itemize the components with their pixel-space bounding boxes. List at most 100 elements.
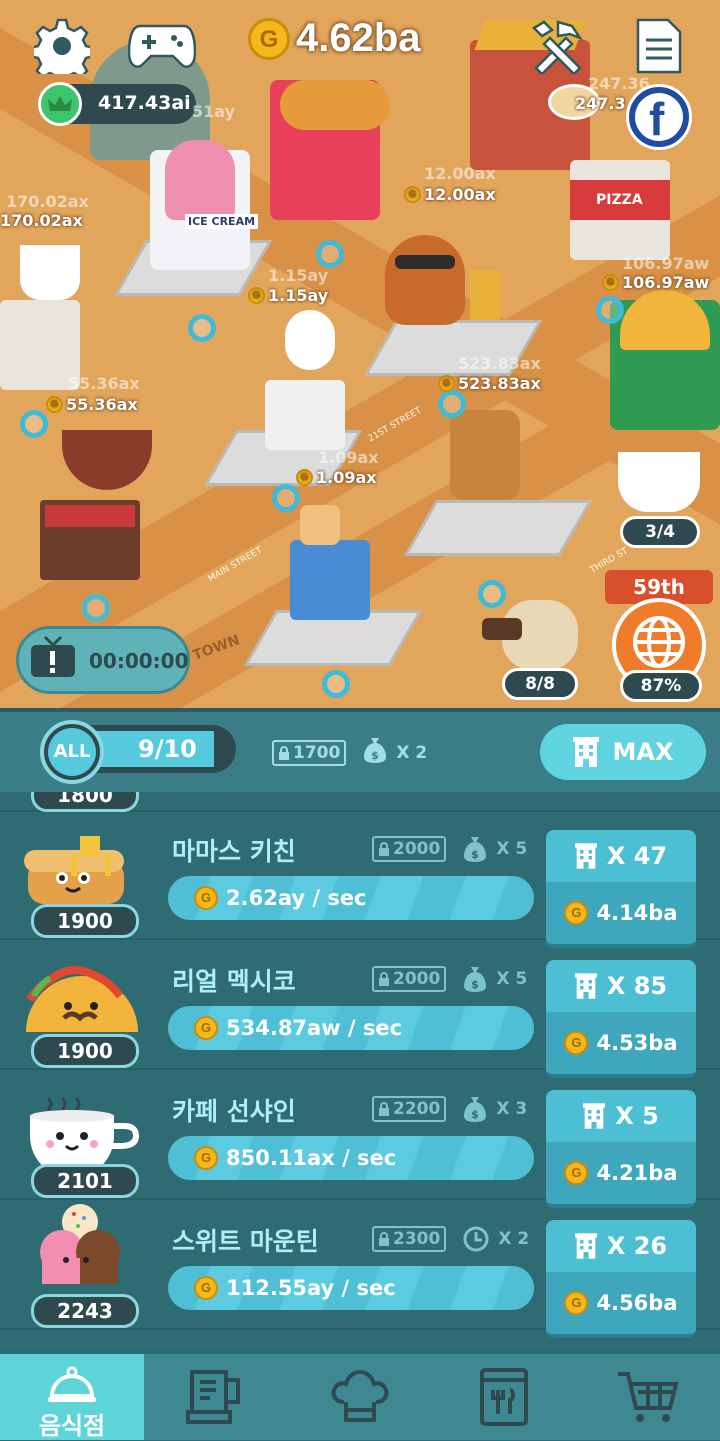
level-badge: 1900 <box>31 904 139 938</box>
price-value: 4.14ba <box>596 901 678 925</box>
building-icon <box>574 973 597 999</box>
coffee-cup-icon <box>22 1090 142 1178</box>
collect-ring[interactable] <box>188 314 216 342</box>
money-bag-icon: $ <box>362 736 388 769</box>
buy-price: G 4.53ba <box>546 1012 696 1078</box>
taco-icon <box>22 960 142 1044</box>
gamepad-icon[interactable] <box>127 20 197 76</box>
globe-percent: 87% <box>620 670 702 702</box>
shopping-cart-icon <box>618 1372 679 1422</box>
collect-ring[interactable] <box>478 580 506 608</box>
coin-icon: G <box>194 1146 218 1170</box>
tv-ad-button[interactable]: 00:00:00 <box>16 626 190 694</box>
income-label-coffee: G 55.36ax <box>46 395 138 414</box>
multiplier-value: X 5 <box>496 839 528 859</box>
settings-gear-icon[interactable] <box>28 18 96 86</box>
ramen-awning <box>45 505 135 527</box>
toast-machine[interactable] <box>290 540 370 620</box>
lock-value: 1700 <box>293 742 341 763</box>
collect-ring[interactable] <box>596 296 624 324</box>
income-value: 106.97aw <box>622 273 710 292</box>
pancake-mascot <box>450 410 520 500</box>
tab-shop[interactable] <box>576 1354 720 1440</box>
coin-icon: G <box>602 274 619 291</box>
list-item: 1900 리얼 멕시코 2000 $ X 5 G 534.87aw / sec X 85 G 4.… <box>0 940 720 1078</box>
progress-text: 9/10 <box>138 735 197 763</box>
building-icon <box>572 737 599 767</box>
coffee-bonus-icon[interactable] <box>618 452 700 512</box>
svg-text:$: $ <box>472 1108 480 1121</box>
list-item: 2243 스위트 마운틴 2300 X 2 G 112.55ay / sec X 26 G 4.… <box>0 1200 720 1338</box>
income-ghost: 1.15ay <box>268 266 329 285</box>
buy-button[interactable]: X 47 G 4.14ba <box>546 830 696 952</box>
tab-kitchen[interactable] <box>144 1354 288 1440</box>
building-icon <box>574 1233 597 1259</box>
collect-ring[interactable] <box>322 670 350 698</box>
gold-coin-icon: G <box>248 17 290 60</box>
collect-ring[interactable] <box>82 594 110 622</box>
tab-restaurants[interactable]: 음식점 <box>0 1354 144 1440</box>
ice-cream-icon <box>22 1202 142 1302</box>
upgrade-requirement: 2000 $ X 5 <box>372 965 527 993</box>
game-map[interactable]: ICE CREAM PIZZA 21ST STREET MAIN STREET … <box>0 0 720 708</box>
lock-requirement: 2200 <box>372 1096 447 1122</box>
buy-button[interactable]: X 85 G 4.53ba <box>546 960 696 1082</box>
buy-button[interactable]: X 26 G 4.56ba <box>546 1220 696 1342</box>
gold-amount: 4.62ba <box>296 16 421 60</box>
income-ghost: 1.09ax <box>318 448 379 467</box>
collect-ring[interactable] <box>438 390 466 418</box>
price-value: 4.56ba <box>596 1291 678 1315</box>
owned-count: X 26 <box>606 1232 668 1260</box>
document-icon[interactable] <box>634 18 684 78</box>
lock-icon <box>379 1232 389 1246</box>
gem-amount: 417.43ai <box>98 92 191 114</box>
tab-chef[interactable] <box>288 1354 432 1440</box>
collect-ring[interactable] <box>20 410 48 438</box>
all-label: ALL <box>48 728 96 776</box>
sunglasses <box>395 255 455 269</box>
chicken-mascot <box>285 310 335 370</box>
tab-menu[interactable] <box>432 1354 576 1440</box>
coin-icon: G <box>248 287 265 304</box>
restaurant-name: 스위트 마운틴 <box>172 1227 319 1256</box>
income-value: 1.15ay <box>268 286 329 305</box>
facebook-icon[interactable]: f <box>626 84 692 150</box>
income-label-pizza: 247.3 <box>575 94 626 113</box>
lock-value: 2200 <box>393 1099 441 1119</box>
svg-text:$: $ <box>472 848 480 861</box>
gem-ghost: 51ay <box>192 102 235 121</box>
lock-icon <box>279 745 289 760</box>
buy-count: X 26 <box>546 1220 696 1272</box>
income-value: 523.83ax <box>458 374 541 393</box>
build-tools-icon[interactable] <box>528 18 588 78</box>
level-badge: 2101 <box>31 1164 139 1198</box>
buy-button[interactable]: X 5 G 4.21ba <box>546 1090 696 1212</box>
icecream-sign: ICE CREAM <box>185 214 259 229</box>
income-label-burger-shop: G 523.83ax <box>438 374 541 393</box>
income-label-chicken: G 1.09ax <box>296 468 377 487</box>
multiplier-value: X 2 <box>498 1229 530 1249</box>
gem-counter: 417.43ai <box>38 82 196 126</box>
all-filter-button[interactable]: ALL <box>40 720 104 784</box>
lock-requirement: 1700 <box>272 739 347 766</box>
money-bag-icon: $ <box>464 837 487 862</box>
lock-value: 2000 <box>393 839 441 859</box>
income-rate: 2.62ay / sec <box>226 886 367 910</box>
coin-icon: G <box>438 375 455 392</box>
lock-icon <box>379 972 389 986</box>
income-label-icecream: G 1.15ay <box>248 286 328 305</box>
blender-icon <box>186 1370 240 1424</box>
coffee-cup-mascot <box>20 245 80 300</box>
money-bag-icon: $ <box>464 1097 487 1122</box>
building-icon <box>574 843 597 869</box>
owned-count: X 47 <box>606 842 668 870</box>
collect-ring[interactable] <box>272 484 300 512</box>
max-button[interactable]: MAX <box>540 724 706 780</box>
restaurant-cloche-icon <box>48 1366 96 1402</box>
collect-ring[interactable] <box>316 240 344 268</box>
fries-sign <box>470 270 500 320</box>
panel-header: 9/10 ALL 1700 $ X 2 MAX <box>0 708 720 792</box>
chicken-shop[interactable] <box>265 380 345 450</box>
restaurant-name: 리얼 멕시코 <box>172 967 296 996</box>
restaurant-list[interactable]: 1800 1900 마마스 키친 2000 $ X 5 G 2.62ay / sec X 47… <box>0 792 720 1350</box>
